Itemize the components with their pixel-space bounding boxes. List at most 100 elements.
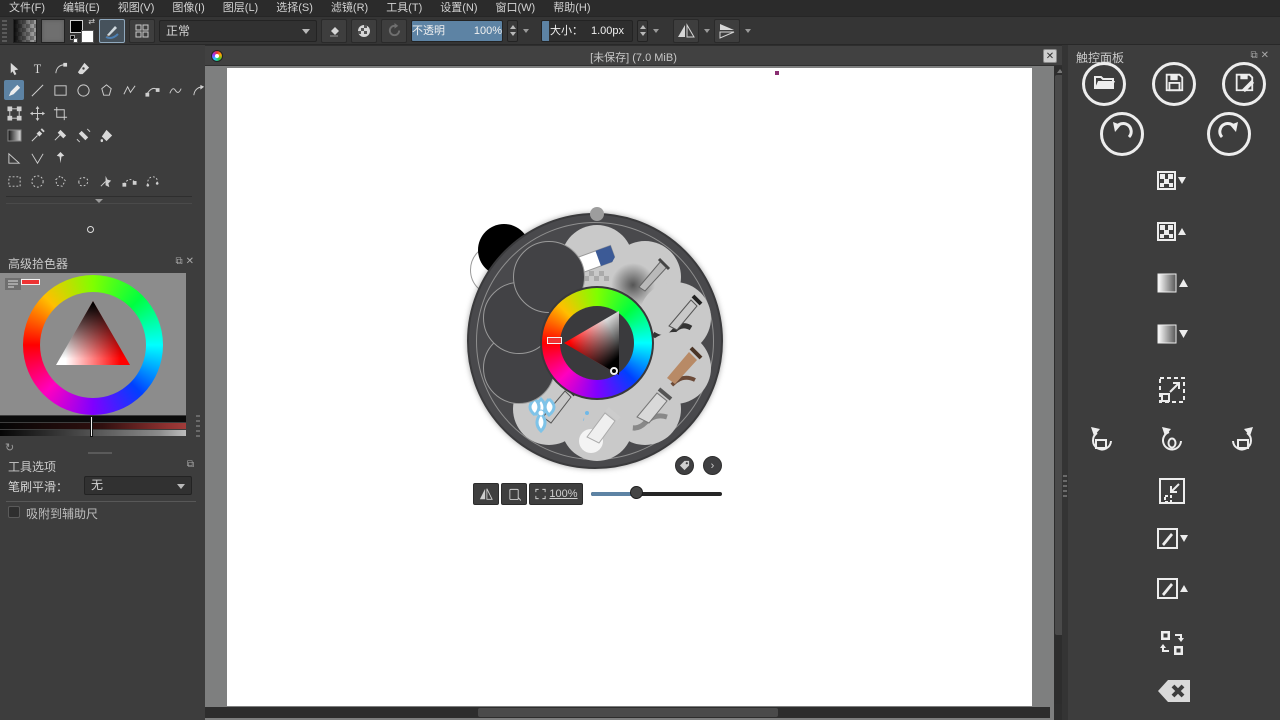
undo-button[interactable] bbox=[1100, 112, 1144, 156]
zoom-out-button[interactable] bbox=[1157, 476, 1187, 511]
tool-text[interactable]: T bbox=[27, 58, 47, 78]
color-selector-header[interactable]: 高级拾色器 ⧉✕ bbox=[0, 253, 205, 271]
tool-smart-patch[interactable] bbox=[73, 125, 93, 145]
save-button[interactable] bbox=[1152, 62, 1196, 106]
redo-button[interactable] bbox=[1207, 112, 1251, 156]
sv-marker[interactable] bbox=[87, 226, 94, 233]
menu-item-9[interactable]: 窗口(W) bbox=[487, 0, 545, 17]
popup-palette[interactable] bbox=[467, 213, 723, 469]
preserve-alpha-button[interactable] bbox=[351, 19, 377, 43]
menu-item-3[interactable]: 图像(I) bbox=[163, 0, 213, 17]
hue-marker[interactable] bbox=[21, 279, 40, 285]
panel-resize-grip[interactable] bbox=[196, 415, 200, 437]
reset-colors-icon[interactable] bbox=[70, 35, 78, 43]
palette-hue-marker[interactable] bbox=[547, 337, 562, 344]
darken-color-button[interactable] bbox=[1157, 323, 1189, 350]
rotate-ccw-button[interactable] bbox=[1087, 425, 1117, 458]
clear-button[interactable] bbox=[1157, 678, 1191, 709]
choose-brush-preset-button[interactable] bbox=[129, 19, 155, 43]
increase-brush-size-button[interactable] bbox=[1157, 577, 1189, 606]
size-options-arrow[interactable] bbox=[653, 29, 659, 33]
tool-reference-images[interactable] bbox=[50, 148, 70, 168]
zoom-100-button[interactable]: 100% bbox=[529, 483, 583, 505]
shade-bar-3[interactable] bbox=[0, 430, 186, 436]
tool-polyline[interactable] bbox=[119, 80, 139, 100]
tool-freehand-path[interactable] bbox=[165, 80, 185, 100]
palette-sv-marker[interactable] bbox=[610, 367, 618, 375]
tool-freehand-brush[interactable] bbox=[4, 80, 24, 100]
select-elliptical[interactable] bbox=[27, 171, 47, 191]
toolbox-collapse-bar[interactable] bbox=[6, 196, 192, 204]
zoom-in-button[interactable] bbox=[1157, 375, 1187, 410]
menu-item-2[interactable]: 视图(V) bbox=[109, 0, 164, 17]
palette-rotation-handle[interactable] bbox=[590, 207, 604, 221]
hmirror-options-arrow[interactable] bbox=[704, 29, 710, 33]
decrease-opacity-button[interactable] bbox=[1157, 170, 1187, 197]
horizontal-scrollbar-thumb[interactable] bbox=[478, 708, 778, 717]
background-color-swatch[interactable] bbox=[81, 30, 94, 43]
menu-item-8[interactable]: 设置(N) bbox=[431, 0, 486, 17]
eraser-mode-button[interactable] bbox=[321, 19, 347, 43]
size-spinner[interactable] bbox=[637, 20, 648, 42]
decrease-brush-size-button[interactable] bbox=[1157, 527, 1189, 556]
tool-gradient[interactable] bbox=[4, 125, 24, 145]
menu-item-6[interactable]: 滤镜(R) bbox=[322, 0, 377, 17]
tool-pattern-edit[interactable] bbox=[50, 125, 70, 145]
select-rectangular[interactable] bbox=[4, 171, 24, 191]
palette-tag-button[interactable] bbox=[675, 456, 694, 475]
menu-item-5[interactable]: 选择(S) bbox=[267, 0, 322, 17]
opacity-slider[interactable]: 不透明度： 100% bbox=[411, 20, 503, 42]
zoom-slider-handle[interactable] bbox=[630, 486, 643, 499]
vmirror-options-arrow[interactable] bbox=[745, 29, 751, 33]
float-icon[interactable]: ⧉ bbox=[187, 459, 197, 470]
snap-assistants-checkbox[interactable] bbox=[8, 506, 20, 518]
increase-opacity-button[interactable] bbox=[1157, 221, 1187, 248]
tool-transform[interactable] bbox=[4, 103, 24, 123]
smoothing-combo[interactable]: 无 bbox=[84, 476, 192, 495]
opacity-spinner[interactable] bbox=[507, 20, 518, 42]
tool-assistants[interactable] bbox=[4, 148, 24, 168]
reload-preset-button[interactable] bbox=[381, 19, 407, 43]
tool-bezier[interactable] bbox=[142, 80, 162, 100]
shade-bar-1[interactable] bbox=[0, 416, 186, 422]
select-polygonal[interactable] bbox=[50, 171, 70, 191]
shade-bar-2[interactable] bbox=[0, 423, 186, 429]
palette-next-button[interactable]: › bbox=[703, 456, 722, 475]
gradient-chooser-button[interactable] bbox=[13, 19, 37, 43]
save-as-button[interactable] bbox=[1222, 62, 1266, 106]
tool-calligraphy[interactable] bbox=[73, 58, 93, 78]
tool-options-header[interactable]: 工具选项 ⧉ bbox=[0, 456, 205, 474]
shade-marker[interactable] bbox=[90, 416, 93, 437]
sv-triangle[interactable] bbox=[43, 295, 143, 395]
color-wheel-widget[interactable] bbox=[0, 273, 186, 415]
tool-move[interactable] bbox=[27, 103, 47, 123]
menu-item-0[interactable]: 文件(F) bbox=[0, 0, 54, 17]
foreground-background-colors[interactable]: ⇄ bbox=[69, 18, 95, 44]
opacity-options-arrow[interactable] bbox=[523, 29, 529, 33]
select-magnetic[interactable] bbox=[142, 171, 162, 191]
palette-sv-triangle[interactable] bbox=[560, 306, 634, 380]
tool-edit-shapes[interactable] bbox=[50, 58, 70, 78]
rotate-cw-button[interactable] bbox=[1227, 425, 1257, 458]
mirror-view-button[interactable] bbox=[473, 483, 499, 505]
tool-ellipse[interactable] bbox=[73, 80, 93, 100]
lighten-color-button[interactable] bbox=[1157, 272, 1189, 299]
menu-item-7[interactable]: 工具(T) bbox=[377, 0, 431, 17]
horizontal-scrollbar[interactable] bbox=[205, 707, 1050, 718]
reset-rotation-button[interactable] bbox=[501, 483, 527, 505]
panel-splitter[interactable] bbox=[88, 452, 112, 454]
float-icon[interactable]: ⧉✕ bbox=[175, 256, 197, 267]
select-similar-color[interactable] bbox=[96, 171, 116, 191]
blending-mode-combo[interactable]: 正常 bbox=[159, 20, 317, 42]
vertical-mirror-button[interactable] bbox=[714, 19, 740, 43]
menu-item-4[interactable]: 图层(L) bbox=[214, 0, 267, 17]
tool-color-sampler[interactable] bbox=[27, 125, 47, 145]
pattern-chooser-button[interactable] bbox=[41, 19, 65, 43]
tool-polygon[interactable] bbox=[96, 80, 116, 100]
select-bezier[interactable] bbox=[119, 171, 139, 191]
close-document-button[interactable]: ✕ bbox=[1043, 49, 1057, 63]
float-icon[interactable]: ⧉✕ bbox=[1250, 50, 1272, 61]
tool-line[interactable] bbox=[27, 80, 47, 100]
refresh-icon[interactable]: ↻ bbox=[5, 441, 14, 454]
open-button[interactable] bbox=[1082, 62, 1126, 106]
